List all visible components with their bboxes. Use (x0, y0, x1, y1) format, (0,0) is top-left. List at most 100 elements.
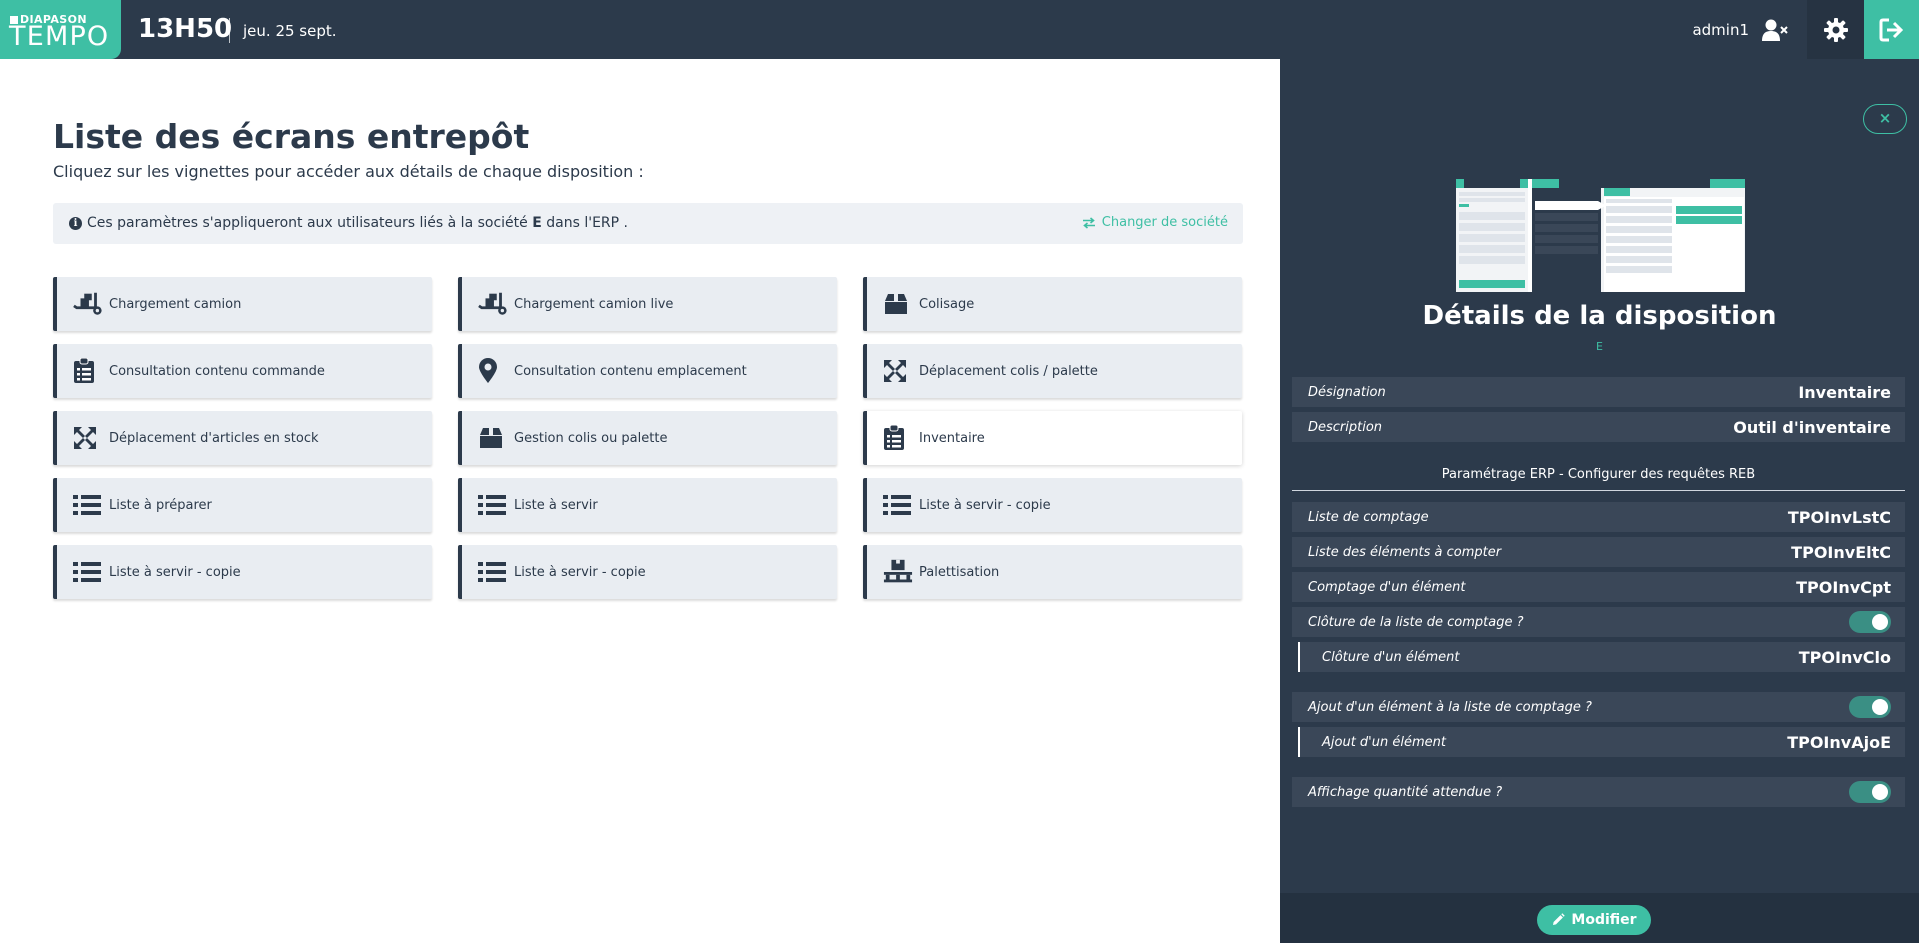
info-icon: i (69, 217, 82, 230)
screen-tile[interactable]: Déplacement colis / palette (863, 344, 1242, 398)
exchange-icon (1082, 216, 1095, 229)
company-info-text: Ces paramètres s'appliqueront aux utilis… (87, 215, 628, 231)
elements-a-compter-row: Liste des éléments à compter TPOInvEltC (1292, 537, 1905, 567)
username: admin1 (1692, 21, 1749, 39)
comptage-element-label: Comptage d'un élément (1308, 579, 1466, 595)
liste-comptage-label: Liste de comptage (1308, 509, 1429, 525)
ajout-element-value: TPOInvAjoE (1787, 732, 1891, 752)
screen-tile[interactable]: Gestion colis ou palette (458, 411, 837, 465)
change-company-link[interactable]: Changer de société (1082, 215, 1228, 230)
description-value: Outil d'inventaire (1733, 417, 1891, 437)
screen-tile[interactable]: Déplacement d'articles en stock (53, 411, 432, 465)
clipboard-list-icon (73, 358, 103, 384)
comptage-element-value: TPOInvCpt (1796, 577, 1891, 597)
screen-tile-label: Consultation contenu commande (109, 363, 325, 379)
elements-a-compter-label: Liste des éléments à compter (1308, 544, 1502, 560)
screen-tile[interactable]: Consultation contenu commande (53, 344, 432, 398)
truck-loading-icon (73, 291, 103, 317)
page-title: Liste des écrans entrepôt (53, 117, 530, 156)
top-bar: DIAPASON TEMPO 13H50 jeu. 25 sept. admin… (0, 0, 1919, 59)
company-info-bar: i Ces paramètres s'appliqueront aux util… (53, 203, 1243, 244)
box-icon (478, 425, 508, 451)
screen-tile-label: Déplacement colis / palette (919, 363, 1098, 379)
designation-label: Désignation (1308, 384, 1386, 400)
screen-tile[interactable]: Inventaire (863, 411, 1242, 465)
description-label: Description (1308, 419, 1383, 435)
designation-value: Inventaire (1798, 382, 1891, 402)
current-date: jeu. 25 sept. (243, 22, 337, 40)
logo-product-text: TEMPO (9, 21, 110, 52)
list-icon (478, 559, 508, 585)
screen-tile[interactable]: Liste à servir - copie (53, 545, 432, 599)
designation-row: Désignation Inventaire (1292, 377, 1905, 407)
erp-section-title: Paramétrage ERP - Configurer des requête… (1292, 467, 1905, 491)
user-times-icon[interactable] (1762, 18, 1788, 42)
screen-tile-label: Chargement camion (109, 296, 242, 312)
screen-tile[interactable]: Colisage (863, 277, 1242, 331)
liste-comptage-row: Liste de comptage TPOInvLstC (1292, 502, 1905, 532)
cloture-liste-label: Clôture de la liste de comptage ? (1308, 614, 1524, 630)
expand-arrows-icon (883, 358, 913, 384)
screen-tile[interactable]: Liste à préparer (53, 478, 432, 532)
clock-time: 13H50 (138, 14, 233, 44)
screen-tile-label: Palettisation (919, 564, 1000, 580)
screen-tile-label: Déplacement d'articles en stock (109, 430, 319, 446)
screen-tile-label: Colisage (919, 296, 975, 312)
cloture-liste-toggle[interactable] (1849, 611, 1891, 633)
settings-button[interactable] (1807, 0, 1864, 59)
screen-tile[interactable]: Consultation contenu emplacement (458, 344, 837, 398)
liste-comptage-value: TPOInvLstC (1787, 507, 1891, 527)
modify-button[interactable]: Modifier (1537, 905, 1651, 935)
screen-tile[interactable]: Liste à servir - copie (863, 478, 1242, 532)
screen-tile[interactable]: Chargement camion (53, 277, 432, 331)
cloture-element-row: Clôture d'un élément TPOInvClo (1298, 642, 1905, 672)
affichage-quantite-label: Affichage quantité attendue ? (1308, 784, 1503, 800)
expand-arrows-icon (73, 425, 103, 451)
ajout-element-label: Ajout d'un élément (1322, 734, 1446, 750)
list-icon (73, 559, 103, 585)
ajout-liste-toggle[interactable] (1849, 696, 1891, 718)
comptage-element-row: Comptage d'un élément TPOInvCpt (1292, 572, 1905, 602)
elements-a-compter-value: TPOInvEltC (1791, 542, 1891, 562)
list-icon (883, 492, 913, 518)
screen-tile-label: Gestion colis ou palette (514, 430, 668, 446)
info-text-prefix: Ces paramètres s'appliqueront aux utilis… (87, 215, 533, 231)
screen-tile[interactable]: Chargement camion live (458, 277, 837, 331)
cloture-liste-row: Clôture de la liste de comptage ? (1292, 607, 1905, 637)
gear-icon (1823, 17, 1848, 42)
pallet-icon (883, 559, 913, 585)
sign-out-icon (1879, 18, 1903, 41)
screen-tile-label: Liste à servir - copie (109, 564, 241, 580)
screen-tile-label: Liste à servir (514, 497, 598, 513)
ajout-liste-row: Ajout d'un élément à la liste de comptag… (1292, 692, 1905, 722)
cloture-element-label: Clôture d'un élément (1322, 649, 1460, 665)
page-subtitle: Cliquez sur les vignettes pour accéder a… (53, 162, 644, 181)
affichage-quantite-toggle[interactable] (1849, 781, 1891, 803)
screen-tile[interactable]: Liste à servir (458, 478, 837, 532)
clipboard-list-icon (883, 425, 913, 451)
list-icon (73, 492, 103, 518)
truck-loading-icon (478, 291, 508, 317)
pencil-icon (1553, 913, 1566, 925)
ajout-liste-label: Ajout d'un élément à la liste de comptag… (1308, 699, 1592, 715)
divider (229, 18, 230, 43)
description-row: Description Outil d'inventaire (1292, 412, 1905, 442)
screen-tile[interactable]: Palettisation (863, 545, 1242, 599)
box-icon (883, 291, 913, 317)
affichage-quantite-row: Affichage quantité attendue ? (1292, 777, 1905, 807)
screen-tile-label: Liste à servir - copie (514, 564, 646, 580)
info-company-code: E (532, 215, 542, 231)
screen-tile-label: Liste à préparer (109, 497, 212, 513)
screen-tile-label: Chargement camion live (514, 296, 674, 312)
panel-title: Détails de la disposition (1422, 301, 1777, 331)
screen-tile-label: Liste à servir - copie (919, 497, 1051, 513)
close-panel-button[interactable]: × (1863, 104, 1907, 134)
screen-tile-label: Consultation contenu emplacement (514, 363, 747, 379)
screen-tile[interactable]: Liste à servir - copie (458, 545, 837, 599)
app-logo[interactable]: DIAPASON TEMPO (0, 0, 121, 59)
list-icon (478, 492, 508, 518)
info-text-suffix: dans l'ERP . (541, 215, 628, 231)
logout-button[interactable] (1864, 0, 1919, 59)
layout-preview-image (1456, 179, 1745, 292)
panel-company-code: E (1596, 340, 1603, 353)
